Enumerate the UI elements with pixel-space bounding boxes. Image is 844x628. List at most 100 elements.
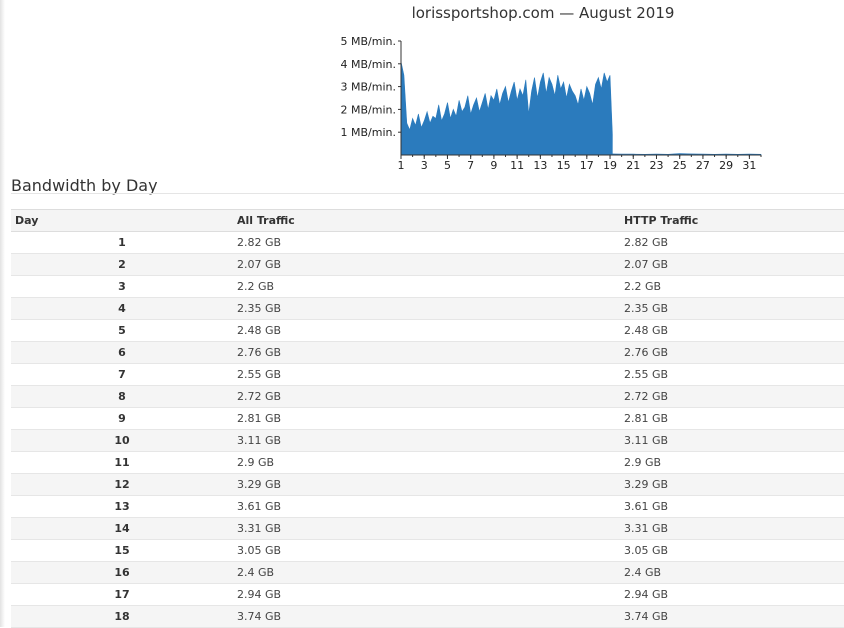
chart-title: lorissportshop.com — August 2019	[412, 4, 675, 22]
http-traffic-cell: 2.76 GB	[620, 341, 844, 364]
all-traffic-cell: 2.07 GB	[233, 253, 620, 276]
x-tick-label: 3	[421, 159, 428, 172]
y-tick-label: 2 MB/min.	[341, 103, 396, 116]
table-row: 6 2.76 GB 2.76 GB	[11, 341, 844, 364]
table-row: 13 3.61 GB 3.61 GB	[11, 495, 844, 518]
table-row: 2 2.07 GB 2.07 GB	[11, 253, 844, 276]
http-traffic-cell: 3.61 GB	[620, 495, 844, 518]
table-row: 7 2.55 GB 2.55 GB	[11, 363, 844, 386]
x-tick-label: 27	[696, 159, 710, 172]
http-traffic-cell: 2.9 GB	[620, 451, 844, 474]
chart-canvas: lorissportshop.com — August 2019 1 MB/mi…	[341, 4, 762, 172]
day-cell: 3	[11, 275, 233, 298]
table-row: 1 2.82 GB 2.82 GB	[11, 231, 844, 254]
table-row: 17 2.94 GB 2.94 GB	[11, 583, 844, 606]
chart-plot: 1 MB/min. 2 MB/min. 3 MB/min. 4 MB/min. 5 MB…	[341, 35, 762, 172]
day-cell: 1	[11, 231, 233, 254]
day-cell: 17	[11, 583, 233, 606]
http-traffic-cell: 2.4 GB	[620, 561, 844, 584]
x-tick-label: 13	[533, 159, 547, 172]
table-row: 9 2.81 GB 2.81 GB	[11, 407, 844, 430]
table-row: 14 3.31 GB 3.31 GB	[11, 517, 844, 540]
all-traffic-cell: 2.55 GB	[233, 363, 620, 386]
x-tick-label: 19	[603, 159, 617, 172]
table-row: 10 3.11 GB 3.11 GB	[11, 429, 844, 452]
day-cell: 7	[11, 363, 233, 386]
x-tick-label: 5	[444, 159, 451, 172]
x-tick-label: 1	[398, 159, 405, 172]
day-cell: 16	[11, 561, 233, 584]
all-traffic-cell: 2.76 GB	[233, 341, 620, 364]
day-cell: 8	[11, 385, 233, 408]
http-traffic-cell: 3.74 GB	[620, 605, 844, 628]
column-header-all-traffic: All Traffic	[233, 209, 620, 232]
all-traffic-cell: 3.29 GB	[233, 473, 620, 496]
chart-series-area-1	[400, 61, 613, 156]
x-tick-label: 21	[626, 159, 640, 172]
all-traffic-cell: 2.81 GB	[233, 407, 620, 430]
table-row: 5 2.48 GB 2.48 GB	[11, 319, 844, 342]
table-row: 16 2.4 GB 2.4 GB	[11, 561, 844, 584]
table-row: 15 3.05 GB 3.05 GB	[11, 539, 844, 562]
day-cell: 6	[11, 341, 233, 364]
http-traffic-cell: 3.05 GB	[620, 539, 844, 562]
x-tick-label: 9	[490, 159, 497, 172]
http-traffic-cell: 2.94 GB	[620, 583, 844, 606]
y-tick-label: 1 MB/min.	[341, 126, 396, 139]
all-traffic-cell: 3.61 GB	[233, 495, 620, 518]
section-divider	[11, 193, 844, 194]
x-tick-label: 25	[673, 159, 687, 172]
y-tick-label: 3 MB/min.	[341, 81, 396, 94]
table-row: 4 2.35 GB 2.35 GB	[11, 297, 844, 320]
all-traffic-cell: 3.05 GB	[233, 539, 620, 562]
all-traffic-cell: 2.82 GB	[233, 231, 620, 254]
http-traffic-cell: 2.55 GB	[620, 363, 844, 386]
day-cell: 18	[11, 605, 233, 628]
bandwidth-chart: lorissportshop.com — August 2019 1 MB/mi…	[0, 0, 844, 175]
all-traffic-cell: 2.94 GB	[233, 583, 620, 606]
all-traffic-cell: 2.35 GB	[233, 297, 620, 320]
table-header-row: Day All Traffic HTTP Traffic	[11, 209, 844, 232]
x-tick-label: 23	[649, 159, 663, 172]
http-traffic-cell: 2.72 GB	[620, 385, 844, 408]
table-row: 18 3.74 GB 3.74 GB	[11, 605, 844, 628]
y-tick-label: 4 MB/min.	[341, 58, 396, 71]
y-tick-label: 5 MB/min.	[341, 35, 396, 48]
day-cell: 5	[11, 319, 233, 342]
day-cell: 11	[11, 451, 233, 474]
all-traffic-cell: 3.11 GB	[233, 429, 620, 452]
x-tick-label: 11	[510, 159, 524, 172]
day-cell: 9	[11, 407, 233, 430]
all-traffic-cell: 2.48 GB	[233, 319, 620, 342]
all-traffic-cell: 3.31 GB	[233, 517, 620, 540]
all-traffic-cell: 2.2 GB	[233, 275, 620, 298]
table-row: 3 2.2 GB 2.2 GB	[11, 275, 844, 298]
all-traffic-cell: 2.9 GB	[233, 451, 620, 474]
day-cell: 10	[11, 429, 233, 452]
table-row: 12 3.29 GB 3.29 GB	[11, 473, 844, 496]
all-traffic-cell: 2.4 GB	[233, 561, 620, 584]
x-tick-label: 31	[742, 159, 756, 172]
table-body: 1 2.82 GB 2.82 GB 2 2.07 GB 2.07 GB 3 2.2 GB 2.2…	[11, 231, 844, 628]
table-row: 11 2.9 GB 2.9 GB	[11, 451, 844, 474]
day-cell: 14	[11, 517, 233, 540]
http-traffic-cell: 3.11 GB	[620, 429, 844, 452]
http-traffic-cell: 2.2 GB	[620, 275, 844, 298]
day-cell: 13	[11, 495, 233, 518]
x-tick-label: 7	[467, 159, 474, 172]
x-tick-label: 29	[719, 159, 733, 172]
day-cell: 15	[11, 539, 233, 562]
http-traffic-cell: 3.31 GB	[620, 517, 844, 540]
http-traffic-cell: 2.48 GB	[620, 319, 844, 342]
day-cell: 12	[11, 473, 233, 496]
bandwidth-table: Day All Traffic HTTP Traffic 1 2.82 GB 2.8…	[11, 209, 844, 628]
day-cell: 4	[11, 297, 233, 320]
all-traffic-cell: 3.74 GB	[233, 605, 620, 628]
day-cell: 2	[11, 253, 233, 276]
http-traffic-cell: 2.07 GB	[620, 253, 844, 276]
x-tick-label: 15	[557, 159, 571, 172]
x-tick-label: 17	[580, 159, 594, 172]
all-traffic-cell: 2.72 GB	[233, 385, 620, 408]
http-traffic-cell: 3.29 GB	[620, 473, 844, 496]
http-traffic-cell: 2.81 GB	[620, 407, 844, 430]
